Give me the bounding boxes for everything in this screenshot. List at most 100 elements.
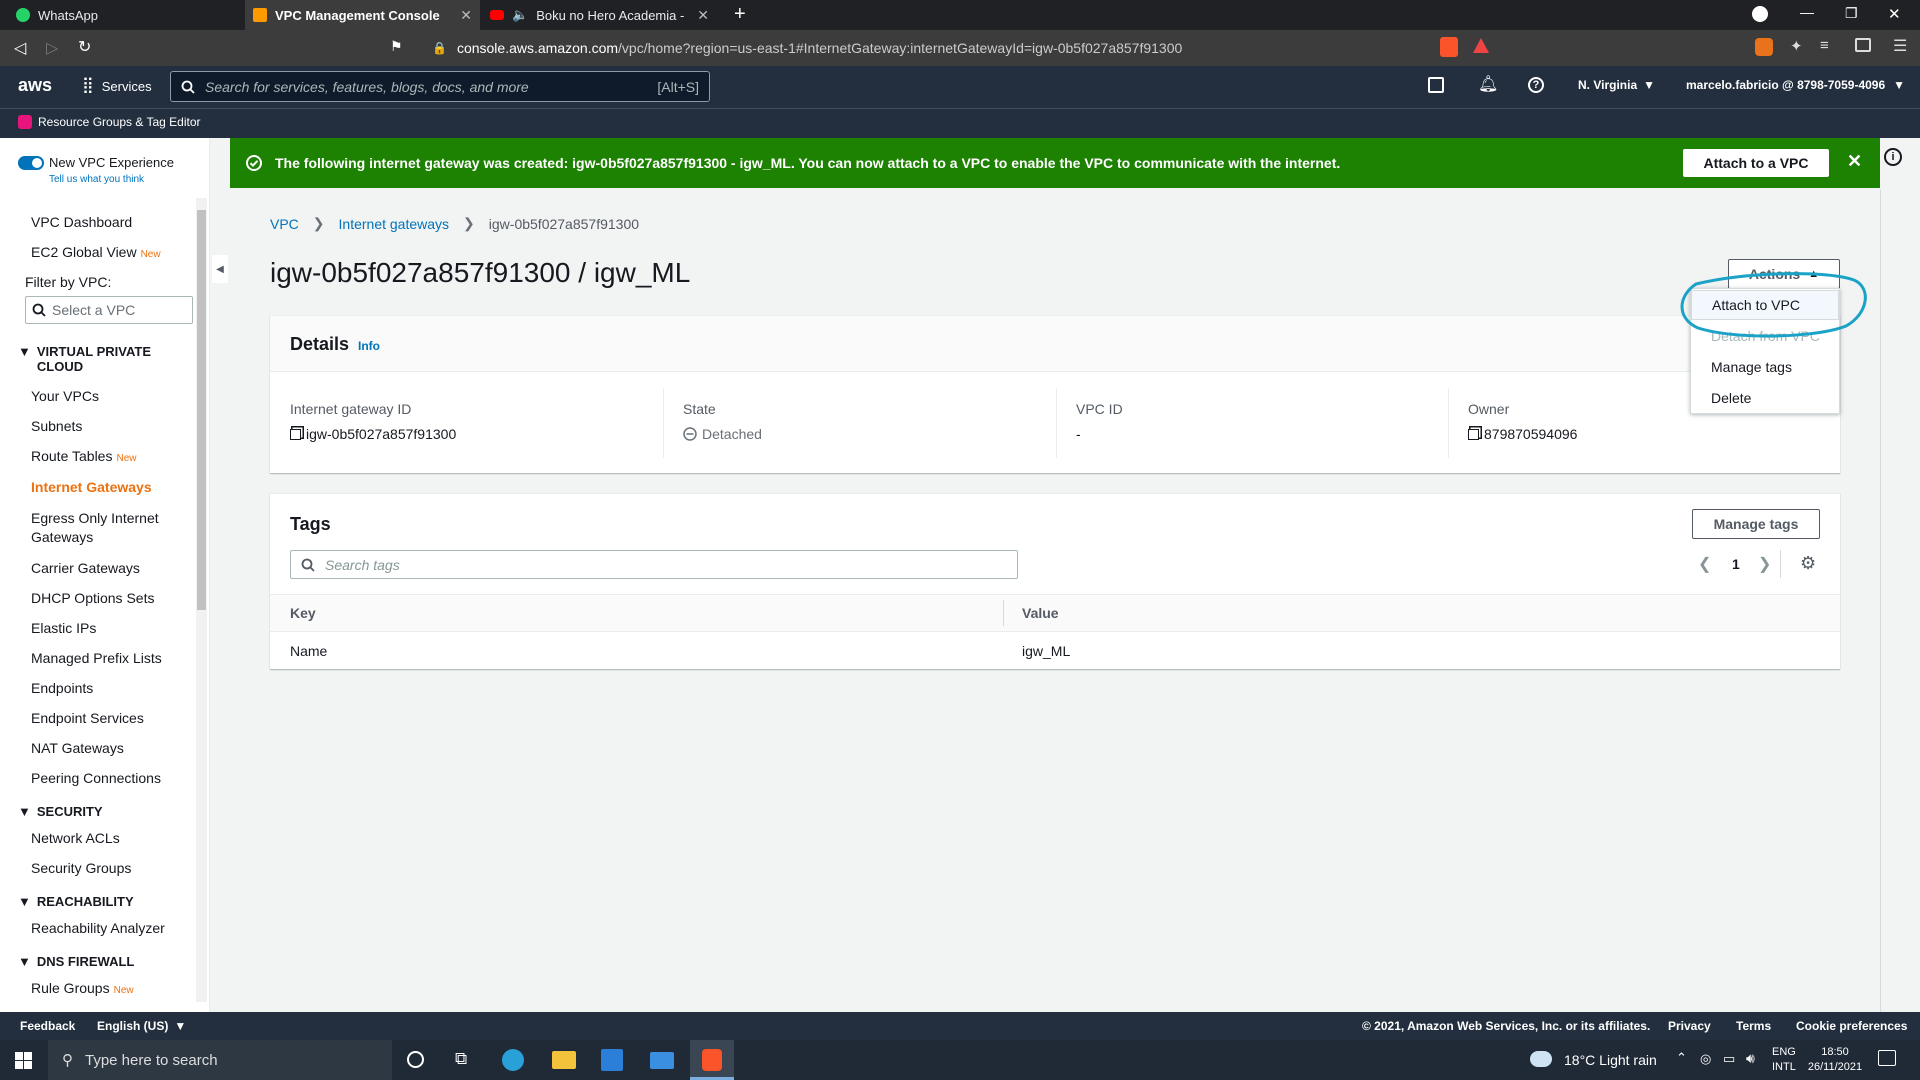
sidebar-item-egress-only-gateways[interactable]: Egress Only Internet Gateways [31,509,171,547]
sidebar-item-subnets[interactable]: Subnets [31,418,82,434]
bookmark-icon[interactable]: ⚑ [390,38,403,55]
sidebar-item-your-vpcs[interactable]: Your VPCs [31,388,99,404]
collapse-sidebar-icon[interactable]: ◀ [212,255,228,283]
feedback-link[interactable]: Tell us what you think [49,174,144,185]
volume-icon[interactable]: 🔊︎ [1746,1050,1755,1067]
sidebar-item-ec2-global-view[interactable]: EC2 Global View New [31,244,161,260]
sidebar-item-rule-groups[interactable]: Rule Groups New [31,980,134,996]
edge-icon[interactable] [502,1049,524,1071]
menu-icon[interactable]: ☰ [1893,36,1907,56]
chevron-up-icon[interactable]: ⌃ [1676,1050,1687,1066]
new-tab-icon[interactable]: + [734,3,746,26]
region-selector[interactable]: N. Virginia ▼ [1578,78,1655,92]
close-tab-icon[interactable]: ✕ [460,7,472,24]
bell-icon[interactable]: 🔔︎ [1478,74,1498,94]
language-selector[interactable]: English (US) ▼ [97,1019,186,1033]
metamask-icon[interactable] [1755,38,1773,56]
tab-whatsapp[interactable]: WhatsApp [8,0,243,30]
weather-text[interactable]: 18°C Light rain [1564,1052,1657,1068]
section-reachability[interactable]: ▼ REACHABILITY [18,894,134,909]
sidebar-item-managed-prefix-lists[interactable]: Managed Prefix Lists [31,650,162,666]
privacy-link[interactable]: Privacy [1668,1019,1711,1033]
next-page-icon[interactable]: ❯ [1758,554,1771,574]
vpc-filter-select[interactable]: Select a VPC [25,296,193,324]
sidebar-item-internet-gateways[interactable]: Internet Gateways [31,479,152,495]
attach-to-vpc-banner-button[interactable]: Attach to a VPC [1683,149,1829,177]
feedback-button[interactable]: Feedback [20,1019,75,1033]
aws-logo[interactable]: aws [18,75,52,96]
sidebar-item-reachability-analyzer[interactable]: Reachability Analyzer [31,920,165,936]
forward-icon[interactable]: ▷ [46,38,58,58]
info-panel-icon[interactable]: i [1884,148,1902,166]
store-icon[interactable] [601,1049,623,1071]
reload-icon[interactable]: ↻ [78,37,91,57]
new-experience-toggle[interactable] [18,156,44,170]
sidebar-item-endpoints[interactable]: Endpoints [31,680,93,696]
sidebar-scrollbar[interactable] [196,198,207,1002]
close-tab-icon[interactable]: ✕ [697,7,709,24]
sidebar-item-route-tables[interactable]: Route Tables New [31,448,136,464]
menu-item-delete[interactable]: Delete [1691,383,1839,413]
brave-shield-icon[interactable] [1440,37,1458,57]
profile-icon[interactable] [1752,6,1768,22]
restore-icon[interactable]: ❐ [1845,5,1858,22]
settings-gear-icon[interactable]: ⚙ [1800,553,1816,574]
playlist-icon[interactable]: ≡ [1820,37,1829,54]
copy-icon[interactable] [290,428,301,440]
sidebar-item-network-acls[interactable]: Network ACLs [31,830,120,846]
help-icon[interactable]: ? [1528,77,1544,93]
file-explorer-icon[interactable] [552,1051,576,1069]
sidebar-item-dhcp-options-sets[interactable]: DHCP Options Sets [31,590,154,606]
column-key[interactable]: Key [290,605,316,621]
back-icon[interactable]: ◁ [14,38,26,58]
sidebar-item-nat-gateways[interactable]: NAT Gateways [31,740,124,756]
resource-groups-link[interactable]: Resource Groups & Tag Editor [18,115,201,129]
copy-icon[interactable] [1468,428,1479,440]
search-tags-input[interactable]: Search tags [290,550,1018,579]
weather-icon[interactable] [1530,1051,1552,1067]
prev-page-icon[interactable]: ❮ [1698,554,1711,574]
terms-link[interactable]: Terms [1736,1019,1771,1033]
column-value[interactable]: Value [1022,605,1059,621]
section-virtual-private-cloud[interactable]: ▼ VIRTUAL PRIVATE CLOUD [18,344,158,374]
task-view-icon[interactable]: ⧉ [455,1049,467,1069]
clock[interactable]: 18:50 26/11/2021 [1806,1045,1864,1075]
notification-center-icon[interactable] [1878,1050,1896,1066]
sidebar-item-endpoint-services[interactable]: Endpoint Services [31,710,144,726]
search-input[interactable]: Search for services, features, blogs, do… [170,71,710,102]
meet-now-icon[interactable]: ◎ [1700,1051,1711,1067]
minimize-icon[interactable]: — [1800,4,1814,20]
section-security[interactable]: ▼ SECURITY [18,804,103,819]
account-menu[interactable]: marcelo.fabricio @ 8798-7059-4096 ▼ [1686,78,1905,92]
brave-taskbar-button[interactable] [690,1040,734,1080]
close-banner-icon[interactable]: ✕ [1847,151,1862,172]
breadcrumb-vpc[interactable]: VPC [270,216,299,232]
brave-rewards-icon[interactable] [1473,38,1489,53]
wallet-icon[interactable] [1855,38,1871,52]
windows-start-icon[interactable] [15,1052,32,1069]
taskbar-search[interactable]: ⚲ Type here to search [48,1040,392,1080]
cortana-icon[interactable] [407,1051,424,1068]
cookie-preferences-link[interactable]: Cookie preferences [1796,1019,1907,1033]
services-menu[interactable]: ⣿ Services [82,78,152,94]
tab-vpc-console[interactable]: VPC Management Console ✕ [245,0,480,30]
manage-tags-button[interactable]: Manage tags [1692,509,1820,539]
sidebar-item-security-groups[interactable]: Security Groups [31,860,131,876]
network-icon[interactable]: ▭ [1723,1051,1735,1067]
sidebar-item-peering-connections[interactable]: Peering Connections [31,770,161,786]
section-dns-firewall[interactable]: ▼ DNS FIREWALL [18,954,134,969]
breadcrumb-internet-gateways[interactable]: Internet gateways [339,216,450,232]
info-link[interactable]: Info [358,339,380,353]
menu-item-manage-tags[interactable]: Manage tags [1691,352,1839,382]
sidebar-item-vpc-dashboard[interactable]: VPC Dashboard [31,214,132,230]
url-field[interactable]: 🔒 console.aws.amazon.com /vpc/home?regio… [410,34,1490,62]
mail-icon[interactable] [650,1052,674,1069]
cloudshell-icon[interactable] [1428,77,1444,93]
page-number[interactable]: 1 [1732,556,1740,572]
input-language[interactable]: ENG INTL [1772,1045,1796,1075]
extensions-icon[interactable]: ✦ [1790,37,1803,55]
tab-youtube[interactable]: 🔈 Boku no Hero Academia - Epic Bat ✕ [482,0,717,30]
sidebar-item-elastic-ips[interactable]: Elastic IPs [31,620,96,636]
sidebar-item-carrier-gateways[interactable]: Carrier Gateways [31,560,140,576]
close-window-icon[interactable]: ✕ [1888,5,1901,23]
